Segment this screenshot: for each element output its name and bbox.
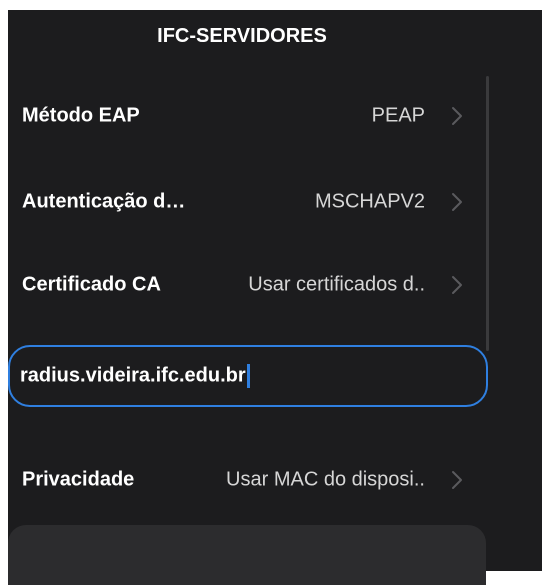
privacy-value: Usar MAC do disposi.. [226,468,425,491]
phase2-auth-value: MSCHAPV2 [314,190,425,213]
chevron-right-icon [450,105,464,127]
chevron-right-icon [450,274,464,296]
ca-certificate-row[interactable]: Certificado CA Usar certificados d.. [8,253,478,317]
wifi-config-screen: IFC-SERVIDORES Método EAP PEAP Autentica… [8,10,542,585]
chevron-right-icon [450,469,464,491]
domain-input[interactable]: radius.videira.ifc.edu.br [8,345,488,407]
page-title: IFC-SERVIDORES [157,25,327,47]
bottom-panel [8,525,486,585]
chevron-right-icon [450,191,464,213]
scrollbar[interactable] [486,76,489,351]
phase2-auth-row[interactable]: Autenticação d… MSCHAPV2 [8,170,478,234]
eap-method-value: PEAP [371,104,425,127]
privacy-row[interactable]: Privacidade Usar MAC do disposi.. [8,448,478,512]
domain-input-text: radius.videira.ifc.edu.br [20,364,250,388]
ca-certificate-value: Usar certificados d.. [248,273,425,296]
eap-method-label: Método EAP [22,104,140,127]
domain-input-value: radius.videira.ifc.edu.br [20,364,246,387]
phase2-auth-label: Autenticação d… [22,190,186,213]
ca-certificate-label: Certificado CA [22,273,161,296]
eap-method-row[interactable]: Método EAP PEAP [8,84,478,148]
privacy-label: Privacidade [22,468,135,491]
text-cursor [246,364,250,388]
